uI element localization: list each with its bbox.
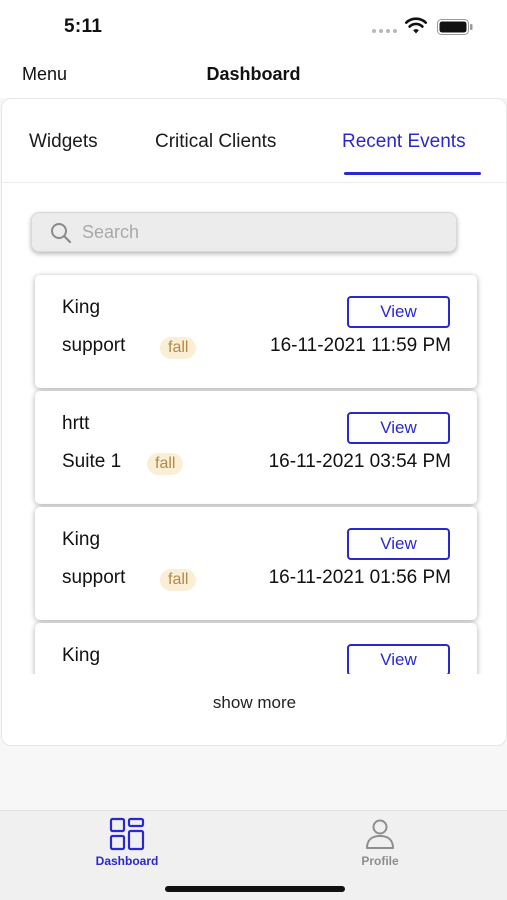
- event-card: King View: [35, 623, 477, 674]
- tab-strip: Widgets Critical Clients Recent Events: [2, 99, 507, 183]
- home-indicator: [165, 886, 345, 892]
- event-datetime: 16-11-2021 03:54 PM: [268, 451, 451, 472]
- tabbar-label: Dashboard: [95, 854, 159, 868]
- tab-critical-clients[interactable]: Critical Clients: [155, 131, 276, 153]
- event-type-badge: fall: [147, 453, 184, 475]
- tabbar-profile[interactable]: Profile: [320, 817, 440, 871]
- event-name: King: [62, 297, 101, 318]
- event-location: support: [62, 335, 126, 356]
- bottom-tab-bar: Dashboard Profile: [0, 810, 507, 900]
- event-type-badge: fall: [160, 337, 197, 359]
- event-type-badge: fall: [160, 569, 197, 591]
- tabbar-dashboard[interactable]: Dashboard: [67, 817, 187, 871]
- event-card: King View support fall 16-11-2021 01:56 …: [35, 507, 477, 620]
- profile-icon: [366, 819, 394, 849]
- view-button[interactable]: View: [347, 644, 450, 674]
- event-datetime: 16-11-2021 01:56 PM: [268, 567, 451, 588]
- event-card: hrtt View Suite 1 fall 16-11-2021 03:54 …: [35, 391, 477, 504]
- event-name: King: [62, 529, 101, 550]
- search-input[interactable]: [82, 218, 442, 246]
- event-datetime: 16-11-2021 11:59 PM: [270, 335, 451, 356]
- search-icon: [51, 223, 72, 244]
- tab-recent-events[interactable]: Recent Events: [342, 131, 466, 153]
- nav-bar: Menu Dashboard: [0, 52, 507, 98]
- event-location: Suite 1: [62, 451, 122, 472]
- status-bar: 5:11: [0, 0, 507, 52]
- content-area: Widgets Critical Clients Recent Events K…: [0, 98, 507, 810]
- wifi-icon: [405, 17, 427, 34]
- menu-button[interactable]: Menu: [22, 64, 67, 85]
- dashboard-card: Widgets Critical Clients Recent Events K…: [1, 98, 507, 746]
- event-name: hrtt: [62, 413, 90, 434]
- event-card: King View support fall 16-11-2021 11:59 …: [35, 275, 477, 388]
- search-bar: [31, 212, 457, 252]
- active-tab-indicator: [344, 172, 481, 175]
- show-more-link[interactable]: show more: [2, 693, 507, 713]
- events-list[interactable]: King View support fall 16-11-2021 11:59 …: [2, 269, 507, 674]
- view-button[interactable]: View: [347, 296, 450, 328]
- dashboard-icon: [109, 817, 145, 851]
- tabbar-label: Profile: [361, 854, 399, 868]
- page-title: Dashboard: [206, 64, 301, 84]
- event-location: support: [62, 567, 126, 588]
- view-button[interactable]: View: [347, 412, 450, 444]
- status-time: 5:11: [64, 16, 103, 37]
- signal-dots-icon: [372, 29, 397, 33]
- event-name: King: [62, 645, 101, 666]
- view-button[interactable]: View: [347, 528, 450, 560]
- battery-icon: [437, 19, 473, 35]
- tab-widgets[interactable]: Widgets: [29, 131, 98, 153]
